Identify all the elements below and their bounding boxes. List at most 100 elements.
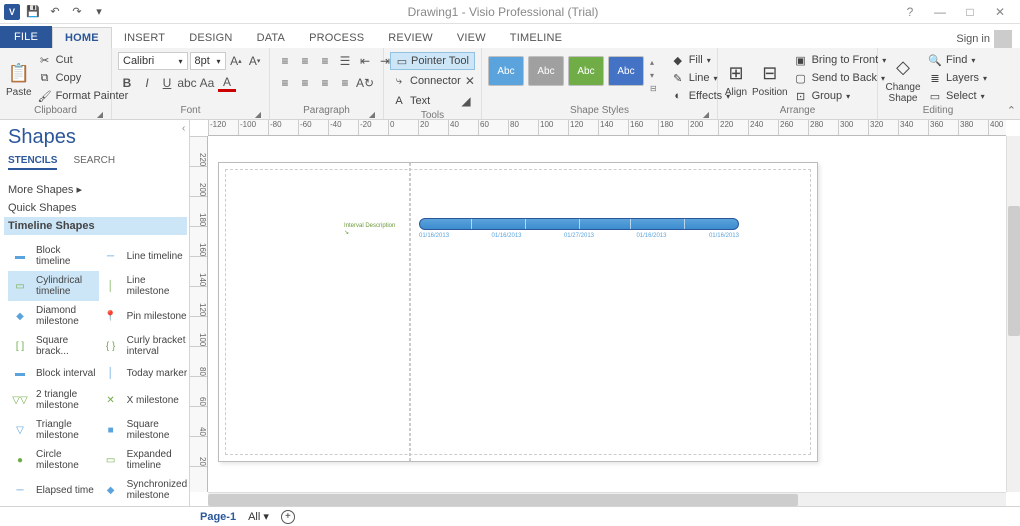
justify-icon[interactable]: ≡ [336, 74, 354, 92]
save-icon[interactable]: 💾 [24, 3, 42, 21]
shape-item[interactable]: ◆Diamond milestone [8, 301, 99, 331]
page-tab[interactable]: Page-1 [200, 511, 236, 523]
shape-category[interactable]: More Shapes ▸ [8, 180, 183, 199]
find-button[interactable]: 🔍Find▾ [926, 52, 989, 68]
collapse-ribbon-icon[interactable]: ⌃ [1007, 104, 1016, 117]
help-icon[interactable]: ? [898, 5, 922, 19]
style-gallery-nav[interactable]: ▴ [650, 58, 657, 67]
all-pages-button[interactable]: All ▾ [248, 510, 269, 523]
italic-button[interactable]: I [138, 74, 156, 92]
shape-item[interactable]: │Today marker [99, 361, 190, 385]
search-tab[interactable]: SEARCH [73, 155, 115, 170]
font-color-button[interactable]: A [218, 74, 236, 92]
vertical-scrollbar[interactable] [1006, 136, 1020, 492]
shape-item[interactable]: ▬Block interval [8, 361, 99, 385]
connector-tool-button[interactable]: ⤷Connector [390, 73, 463, 89]
close-icon[interactable]: ✕ [988, 5, 1012, 19]
text-tool-button[interactable]: AText [390, 93, 432, 109]
shape-item[interactable]: ─Line timeline [99, 241, 190, 271]
tab-view[interactable]: VIEW [445, 28, 498, 48]
horizontal-scrollbar[interactable] [208, 492, 1006, 506]
bold-button[interactable]: B [118, 74, 136, 92]
tab-review[interactable]: REVIEW [376, 28, 445, 48]
shape-item[interactable]: ▬Block timeline [8, 241, 99, 271]
shape-item[interactable]: ─Elapsed time [8, 475, 99, 505]
pointer-tool-button[interactable]: ▭Pointer Tool [390, 52, 475, 70]
align-left-icon[interactable]: ≡ [276, 74, 294, 92]
shape-item[interactable]: ✕X milestone [99, 385, 190, 415]
underline-button[interactable]: U [158, 74, 176, 92]
sign-in-link[interactable]: Sign in [956, 33, 990, 45]
shape-category[interactable]: Timeline Shapes [4, 217, 187, 235]
undo-icon[interactable]: ↶ [46, 3, 64, 21]
select-button[interactable]: ▭Select▾ [926, 88, 989, 104]
shrink-font-icon[interactable]: A▾ [246, 52, 263, 70]
style-swatch-0[interactable]: Abc [488, 56, 524, 86]
paste-button[interactable]: 📋 Paste [6, 50, 32, 105]
change-shape-button[interactable]: ◇Change Shape [884, 50, 922, 105]
shape-item[interactable]: ─Synchronized interval [8, 505, 99, 506]
tab-insert[interactable]: INSERT [112, 28, 177, 48]
avatar[interactable] [994, 30, 1012, 48]
bring-front-button[interactable]: ▣Bring to Front▾ [792, 52, 889, 68]
indent-dec-icon[interactable]: ⇤ [356, 52, 374, 70]
hscroll-thumb[interactable] [208, 494, 798, 506]
font-family-select[interactable]: Calibri▾ [118, 52, 188, 70]
shape-item[interactable]: ●Circle milestone [8, 445, 99, 475]
cylindrical-timeline-shape[interactable] [419, 218, 739, 230]
shape-item[interactable]: ↯Dynamic Connector [99, 505, 190, 506]
align-right-icon[interactable]: ≡ [316, 74, 334, 92]
tab-home[interactable]: HOME [52, 27, 112, 48]
minimize-icon[interactable]: — [928, 5, 952, 19]
case-button[interactable]: Aa [198, 74, 216, 92]
rotate-text-icon[interactable]: A↻ [356, 74, 374, 92]
maximize-icon[interactable]: □ [958, 5, 982, 19]
add-page-button[interactable]: + [281, 510, 295, 524]
redo-icon[interactable]: ↷ [68, 3, 86, 21]
bullets-icon[interactable]: ☰ [336, 52, 354, 70]
shape-category[interactable]: Quick Shapes [8, 199, 183, 217]
page[interactable]: 01/16/201301/16/201301/27/201301/16/2013… [218, 162, 818, 462]
x-tool-icon[interactable]: ✕ [465, 72, 475, 90]
style-swatch-3[interactable]: Abc [608, 56, 644, 86]
drawing-canvas[interactable]: 01/16/201301/16/201301/27/201301/16/2013… [208, 136, 1006, 492]
send-back-button[interactable]: ▢Send to Back▾ [792, 70, 889, 86]
align-button[interactable]: ⊞Align [724, 50, 748, 105]
font-launcher[interactable]: ◢ [255, 110, 261, 119]
tab-timeline[interactable]: TIMELINE [498, 28, 574, 48]
shape-item[interactable]: │Line milestone [99, 271, 190, 301]
position-button[interactable]: ⊟Position [752, 50, 788, 105]
styles-launcher[interactable]: ◢ [703, 110, 709, 119]
shape-item[interactable]: [ ]Square brack... [8, 331, 99, 361]
style-swatch-1[interactable]: Abc [528, 56, 564, 86]
shape-item[interactable]: ▽Triangle milestone [8, 415, 99, 445]
vertical-guide[interactable] [409, 163, 411, 461]
grow-font-icon[interactable]: A▴ [228, 52, 245, 70]
style-gallery-nav[interactable]: ⊟ [650, 84, 657, 93]
shape-item[interactable]: 📍Pin milestone [99, 301, 190, 331]
align-top-icon[interactable]: ≡ [276, 52, 294, 70]
strike-button[interactable]: abc [178, 74, 196, 92]
shape-item[interactable]: ▽▽2 triangle milestone [8, 385, 99, 415]
shape-item[interactable]: { }Curly bracket interval [99, 331, 190, 361]
font-size-select[interactable]: 8pt▾ [190, 52, 226, 70]
align-center-icon[interactable]: ≡ [296, 74, 314, 92]
align-mid-icon[interactable]: ≡ [296, 52, 314, 70]
qat-dropdown[interactable]: ▾ [90, 3, 108, 21]
layers-button[interactable]: ≣Layers▾ [926, 70, 989, 86]
clipboard-launcher[interactable]: ◢ [97, 110, 103, 119]
tab-design[interactable]: DESIGN [177, 28, 244, 48]
style-gallery-nav[interactable]: ▾ [650, 71, 657, 80]
shape-item[interactable]: ▭Cylindrical timeline [8, 271, 99, 301]
shape-item[interactable]: ▭Expanded timeline [99, 445, 190, 475]
group-button[interactable]: ⊡Group▾ [792, 88, 889, 104]
tools-launcher-icon[interactable]: ◢ [457, 92, 475, 110]
tab-process[interactable]: PROCESS [297, 28, 376, 48]
stencils-tab[interactable]: STENCILS [8, 155, 57, 170]
collapse-panel-icon[interactable]: ‹ [182, 122, 190, 134]
style-swatch-2[interactable]: Abc [568, 56, 604, 86]
shape-item[interactable]: ◆Synchronized milestone [99, 475, 190, 505]
tab-file[interactable]: FILE [0, 26, 52, 48]
tab-data[interactable]: DATA [245, 28, 298, 48]
paragraph-launcher[interactable]: ◢ [369, 110, 375, 119]
